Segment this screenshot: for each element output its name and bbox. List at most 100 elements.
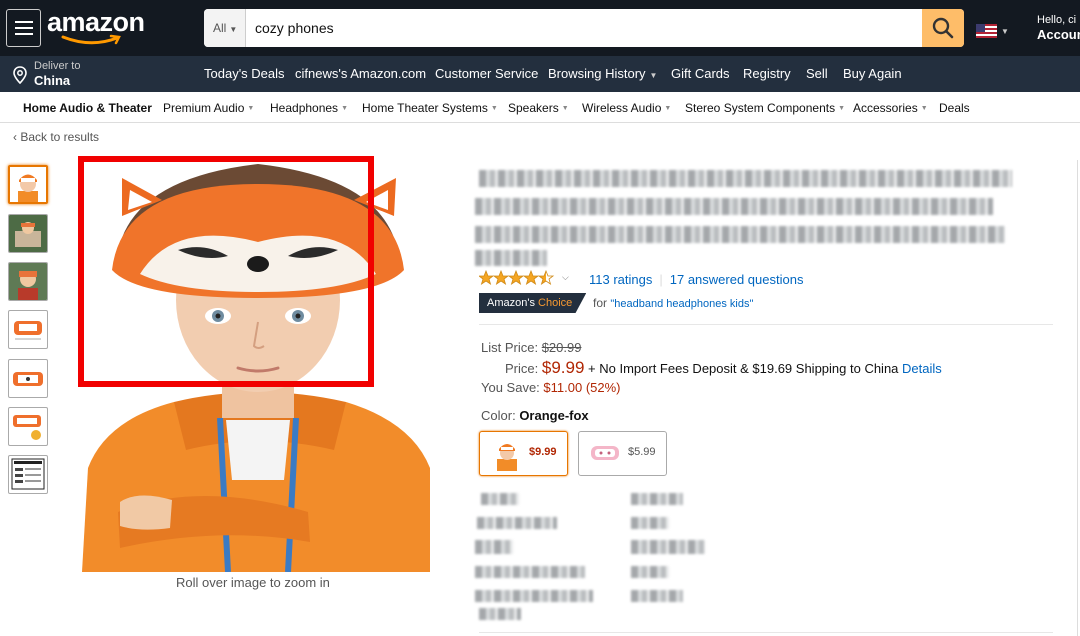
thumbnail-4[interactable] xyxy=(8,310,48,349)
price-value: $9.99 xyxy=(541,358,585,377)
variant-price: $5.99 xyxy=(628,446,656,458)
product-thumbnail-icon xyxy=(9,263,47,300)
list-price-label: List Price: xyxy=(481,340,539,355)
us-flag-icon[interactable] xyxy=(976,24,997,38)
spec-value-blurred xyxy=(631,540,705,554)
variant-swatch-pink[interactable]: $5.99 xyxy=(578,431,667,476)
logo-text: amazon xyxy=(47,7,145,37)
spec-value-blurred xyxy=(631,493,683,505)
nav-link-todays-deals[interactable]: Today's Deals xyxy=(204,66,285,81)
chevron-down-icon: ▼ xyxy=(649,71,658,80)
choice-for-label: for xyxy=(593,296,608,310)
deliver-label: Deliver to xyxy=(34,60,81,72)
location-pin-icon xyxy=(13,66,27,84)
back-to-results-link[interactable]: ‹ Back to results xyxy=(13,130,99,144)
spec-label-blurred xyxy=(475,590,593,602)
search-button[interactable] xyxy=(922,9,964,47)
greeting-text: Hello, ci xyxy=(1037,14,1077,26)
thumbnail-1[interactable] xyxy=(8,165,48,204)
thumbnail-2[interactable] xyxy=(8,214,48,253)
spec-label-blurred xyxy=(481,493,519,505)
category-accessories[interactable]: Accessories ▼ xyxy=(853,101,928,115)
category-label: Wireless Audio xyxy=(582,101,662,115)
category-stereo-components[interactable]: Stereo System Components ▼ xyxy=(685,101,845,115)
chevron-down-icon: ▼ xyxy=(920,105,928,112)
spec-value-blurred xyxy=(631,517,669,529)
shipping-details-link[interactable]: Details xyxy=(902,361,942,376)
account-label: Accoun xyxy=(1037,27,1080,42)
category-deals[interactable]: Deals xyxy=(939,101,970,115)
choice-prefix: Amazon's xyxy=(487,297,535,309)
product-title-blurred xyxy=(475,226,1005,243)
ratings-count-link[interactable]: 113 ratings xyxy=(589,272,652,287)
chevron-down-icon[interactable]: ⌵ xyxy=(562,272,569,283)
nav-link-gift-cards[interactable]: Gift Cards xyxy=(671,66,730,81)
search-category-dropdown[interactable]: All ▼ xyxy=(204,9,246,47)
choice-query-row: for "headband headphones kids" xyxy=(593,296,753,310)
spec-label-blurred xyxy=(475,566,585,578)
shipping-text: + No Import Fees Deposit & $19.69 Shippi… xyxy=(588,361,899,376)
choice-query-link[interactable]: "headband headphones kids" xyxy=(610,298,753,310)
amazons-choice-badge: Amazon's Choice xyxy=(479,293,587,313)
smile-arrow-icon xyxy=(61,34,121,45)
thumbnail-3[interactable] xyxy=(8,262,48,301)
product-thumbnail-icon xyxy=(9,215,47,252)
color-label: Color: xyxy=(481,408,516,423)
spec-label-blurred xyxy=(477,517,557,529)
spec-value-blurred xyxy=(631,566,669,578)
answered-questions-link[interactable]: 17 answered questions xyxy=(670,272,804,287)
category-label: Accessories xyxy=(853,101,918,115)
thumbnail-5[interactable] xyxy=(8,359,48,398)
thumbnail-7[interactable] xyxy=(8,455,48,494)
nav-link-browsing-history[interactable]: Browsing History ▼ xyxy=(548,66,657,81)
chevron-down-icon: ▼ xyxy=(838,105,846,112)
variant-thumbnail-icon xyxy=(497,444,517,471)
category-label: Headphones xyxy=(270,101,339,115)
variant-swatch-orange-fox[interactable]: $9.99 xyxy=(479,431,568,476)
category-home-audio[interactable]: Home Audio & Theater xyxy=(23,101,152,115)
variant-thumbnail-icon xyxy=(591,446,619,460)
category-speakers[interactable]: Speakers ▼ xyxy=(508,101,569,115)
chevron-down-icon: ▼ xyxy=(229,25,238,34)
divider xyxy=(479,324,1053,325)
search-icon xyxy=(932,17,954,39)
ratings-row: 113 ratings | 17 answered questions xyxy=(589,272,803,287)
category-label: Stereo System Components xyxy=(685,101,836,115)
category-wireless-audio[interactable]: Wireless Audio ▼ xyxy=(582,101,671,115)
spec-label-blurred xyxy=(479,608,521,620)
category-premium-audio[interactable]: Premium Audio ▼ xyxy=(163,101,254,115)
menu-icon[interactable] xyxy=(6,9,41,47)
list-price-row: List Price: $20.99 xyxy=(481,340,581,355)
chevron-down-icon: ▼ xyxy=(1001,27,1009,36)
search-input[interactable] xyxy=(246,9,922,47)
category-home-theater[interactable]: Home Theater Systems ▼ xyxy=(362,101,498,115)
nav-link-registry[interactable]: Registry xyxy=(743,66,791,81)
nav-link-buy-again[interactable]: Buy Again xyxy=(843,66,902,81)
nav-link-account-store[interactable]: cifnews's Amazon.com xyxy=(295,66,426,81)
product-thumbnail-icon xyxy=(14,321,42,340)
spec-value-blurred xyxy=(631,590,683,602)
nav-link-sell[interactable]: Sell xyxy=(806,66,828,81)
variant-price: $9.99 xyxy=(529,446,557,458)
price-label: Price: xyxy=(505,361,539,376)
you-save-label: You Save: xyxy=(481,380,540,395)
deliver-location: China xyxy=(34,73,71,88)
chevron-down-icon: ▼ xyxy=(490,105,498,112)
category-label: Speakers xyxy=(508,101,559,115)
thumbnail-6[interactable] xyxy=(8,407,48,446)
top-nav: amazon All▼ ▼ Hello, ci Accoun xyxy=(0,0,1080,56)
amazon-logo[interactable]: amazon xyxy=(47,7,145,45)
chevron-down-icon: ▼ xyxy=(664,105,672,112)
product-thumbnail-icon xyxy=(13,415,41,440)
zoom-hint: Roll over image to zoom in xyxy=(176,575,330,590)
star-rating-icon[interactable] xyxy=(479,270,557,286)
category-headphones[interactable]: Headphones ▼ xyxy=(270,101,348,115)
product-title-blurred xyxy=(479,170,1012,187)
account-menu[interactable]: Hello, ci Accoun xyxy=(1037,14,1080,42)
color-value: Orange-fox xyxy=(519,408,589,423)
product-thumbnail-icon xyxy=(18,174,38,202)
chevron-down-icon: ▼ xyxy=(247,105,255,112)
secondary-nav: Deliver to China Today's Deals cifnews's… xyxy=(0,56,1080,92)
product-thumbnail-icon xyxy=(13,372,43,386)
nav-link-customer-service[interactable]: Customer Service xyxy=(435,66,538,81)
